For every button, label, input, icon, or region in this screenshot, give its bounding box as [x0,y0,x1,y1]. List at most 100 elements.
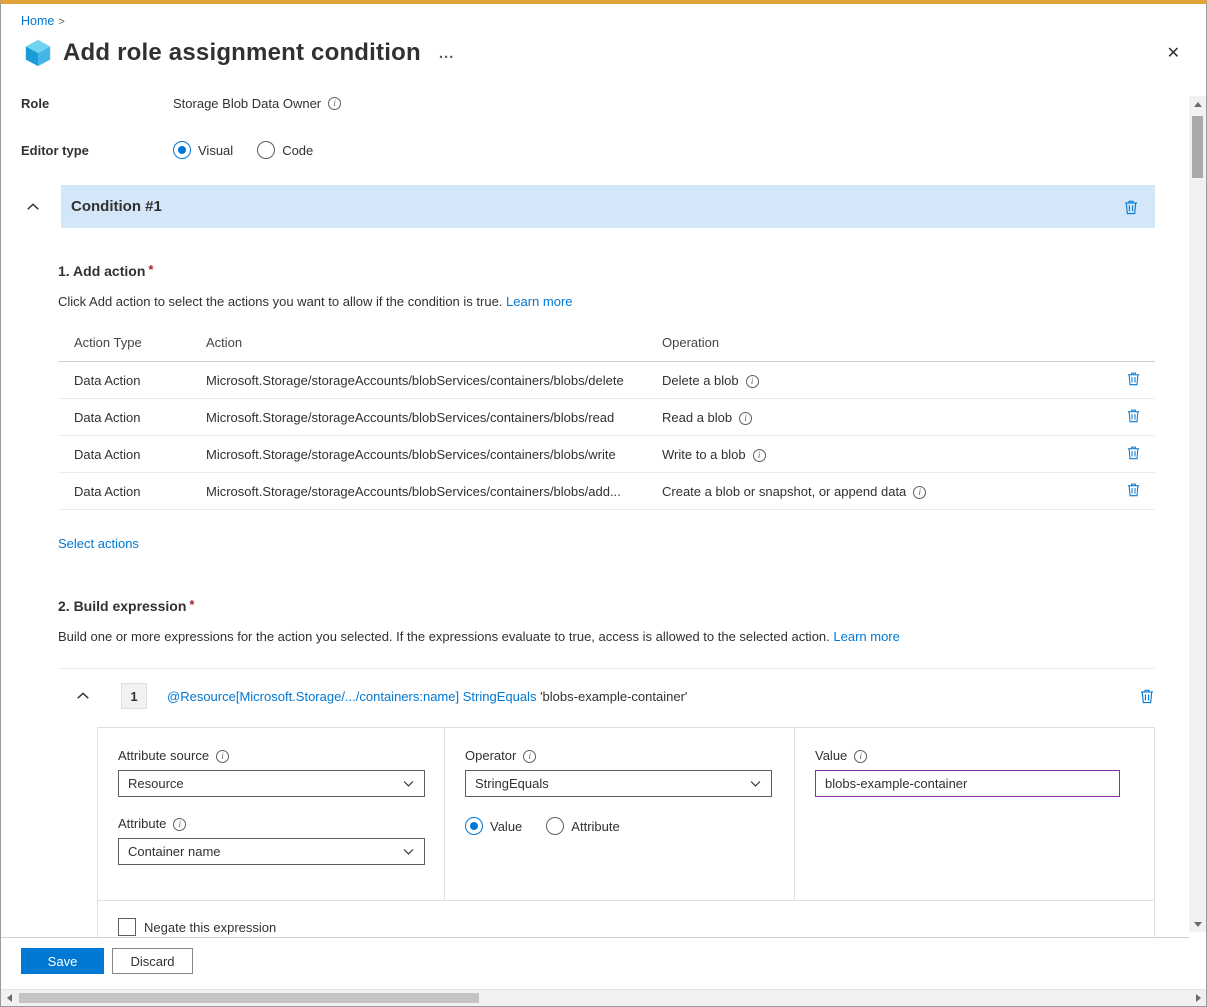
editor-type-row: Editor type Visual Code [21,141,1206,159]
value-input[interactable] [815,770,1120,797]
role-info-icon[interactable] [328,97,341,110]
chevron-up-icon [76,689,90,703]
save-button[interactable]: Save [21,948,104,974]
attribute-label: Attribute [118,816,424,831]
negate-checkbox[interactable] [118,918,136,936]
trash-icon [1123,199,1139,215]
chevron-down-icon [402,845,415,858]
radio-selected-icon [465,817,483,835]
value-radio[interactable]: Value [465,817,522,835]
value-label: Value [815,748,1134,763]
scroll-right-button[interactable] [1190,990,1206,1006]
table-row: Data Action Microsoft.Storage/storageAcc… [58,473,1155,510]
info-icon[interactable] [173,818,186,831]
required-marker: * [148,262,153,277]
column-header-actions [1109,325,1155,362]
delete-action-button[interactable] [1126,482,1141,497]
condition-header-row: Condition #1 [21,185,1206,228]
attribute-source-dropdown[interactable]: Resource [118,770,425,797]
info-icon[interactable] [746,375,759,388]
expression-builder-panel: Attribute source Resource Attribute Cont… [97,727,1155,955]
radio-selected-icon [173,141,191,159]
chevron-down-icon [402,777,415,790]
info-icon[interactable] [753,449,766,462]
table-row: Data Action Microsoft.Storage/storageAcc… [58,399,1155,436]
add-action-learn-more-link[interactable]: Learn more [506,294,572,309]
vertical-scrollbar[interactable] [1189,96,1206,932]
page-header: Add role assignment condition ... ✕ [23,38,1186,68]
condition-title-bar: Condition #1 [61,185,1155,228]
role-label: Role [21,96,173,111]
required-marker: * [189,597,194,612]
editor-type-code-radio[interactable]: Code [257,141,313,159]
info-icon[interactable] [216,750,229,763]
table-row: Data Action Microsoft.Storage/storageAcc… [58,362,1155,399]
delete-action-button[interactable] [1126,445,1141,460]
horizontal-scrollbar[interactable] [1,989,1206,1006]
role-row: Role Storage Blob Data Owner [21,96,1206,111]
breadcrumb-separator: > [58,16,64,28]
vertical-scrollbar-thumb[interactable] [1192,116,1203,178]
editor-type-label: Editor type [21,143,173,158]
resource-cube-icon [23,38,53,68]
builder-column-value: Value [795,728,1154,900]
discard-button[interactable]: Discard [112,948,193,974]
breadcrumb-home-link[interactable]: Home [21,14,54,28]
radio-unselected-icon [546,817,564,835]
more-options-icon[interactable]: ... [439,45,455,62]
horizontal-scrollbar-thumb[interactable] [19,993,479,1003]
actions-table-header-row: Action Type Action Operation [58,325,1155,362]
close-icon[interactable]: ✕ [1161,41,1186,65]
breadcrumb: Home > [1,4,1206,28]
info-icon[interactable] [739,412,752,425]
scroll-up-button[interactable] [1189,96,1206,112]
column-header-action: Action [206,325,662,362]
build-expression-description: Build one or more expressions for the ac… [58,629,1155,644]
chevron-up-icon [26,200,40,214]
operator-dropdown[interactable]: StringEquals [465,770,772,797]
value-attribute-radio-group: Value Attribute [465,817,774,835]
attribute-radio[interactable]: Attribute [546,817,619,835]
column-header-action-type: Action Type [58,325,206,362]
radio-unselected-icon [257,141,275,159]
attribute-source-label: Attribute source [118,748,424,763]
scroll-down-button[interactable] [1189,916,1206,932]
select-actions-link[interactable]: Select actions [58,536,139,551]
condition-collapse-button[interactable] [21,200,45,214]
build-expression-learn-more-link[interactable]: Learn more [833,629,899,644]
attribute-dropdown[interactable]: Container name [118,838,425,865]
expression-summary-text: @Resource[Microsoft.Storage/.../containe… [167,689,687,704]
trash-icon [1126,482,1141,497]
editor-type-visual-radio[interactable]: Visual [173,141,233,159]
trash-icon [1126,408,1141,423]
negate-checkbox-label: Negate this expression [144,920,276,935]
delete-condition-button[interactable] [1123,199,1139,215]
builder-column-attribute: Attribute source Resource Attribute Cont… [98,728,445,900]
actions-table: Action Type Action Operation Data Action… [58,325,1155,510]
info-icon[interactable] [523,750,536,763]
operator-label: Operator [465,748,774,763]
delete-expression-button[interactable] [1139,688,1155,704]
add-role-assignment-condition-page: Home > Add role assignment condition ... … [0,0,1207,1007]
expression-index-badge: 1 [121,683,147,709]
add-action-description: Click Add action to select the actions y… [58,294,1155,309]
expression-collapse-button[interactable] [71,689,95,703]
trash-icon [1139,688,1155,704]
info-icon[interactable] [913,486,926,499]
expression-summary-row: 1 @Resource[Microsoft.Storage/.../contai… [58,669,1155,721]
condition-title: Condition #1 [71,198,162,215]
trash-icon [1126,371,1141,386]
builder-column-operator: Operator StringEquals Value Attribute [445,728,795,900]
chevron-down-icon [749,777,762,790]
scroll-left-button[interactable] [1,990,17,1006]
condition-body: 1. Add action* Click Add action to selec… [58,262,1155,955]
delete-action-button[interactable] [1126,371,1141,386]
arrow-down-icon [1194,922,1202,927]
info-icon[interactable] [854,750,867,763]
arrow-right-icon [1196,994,1201,1002]
delete-action-button[interactable] [1126,408,1141,423]
trash-icon [1126,445,1141,460]
build-expression-heading: 2. Build expression* [58,597,1155,614]
table-row: Data Action Microsoft.Storage/storageAcc… [58,436,1155,473]
add-action-heading: 1. Add action* [58,262,1155,279]
